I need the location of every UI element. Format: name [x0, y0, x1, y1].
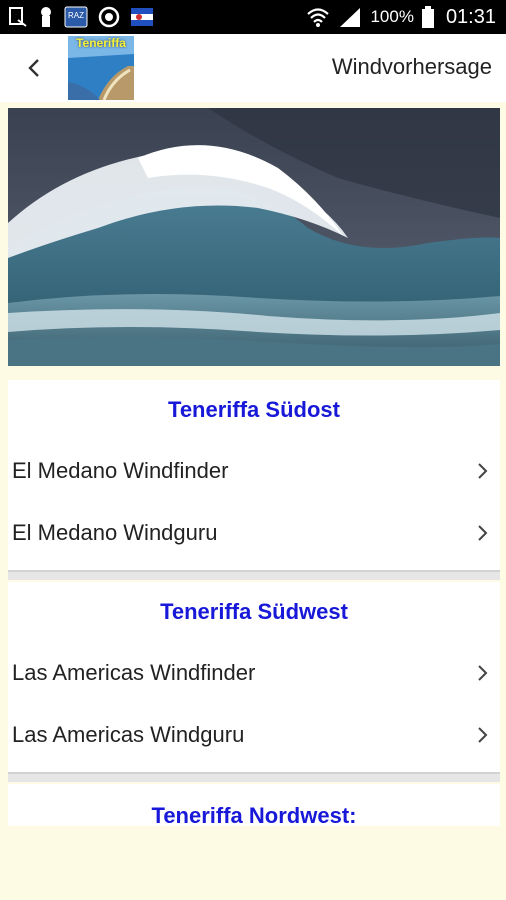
chevron-right-icon — [476, 663, 490, 683]
flag-notification-icon — [130, 7, 154, 27]
section-card-suedost: Teneriffa Südost El Medano Windfinder El… — [8, 380, 500, 570]
section-title-suedost: Teneriffa Südost — [168, 397, 340, 422]
sync-notification-icon — [98, 6, 120, 28]
list-item-label: El Medano Windguru — [12, 520, 218, 545]
battery-icon — [421, 6, 434, 28]
keyhole-notification-icon — [38, 6, 54, 28]
page-title: Windvorhersage — [331, 54, 492, 79]
notification-badge-text: RAZ — [68, 11, 84, 20]
back-button[interactable] — [18, 52, 50, 84]
list-item-las-americas-windfinder[interactable]: Las Americas Windfinder — [8, 642, 500, 704]
list-item-label: Las Americas Windguru — [12, 722, 245, 747]
chevron-right-icon — [476, 461, 490, 481]
logo-text: Teneriffa — [76, 36, 126, 50]
list-item-label: El Medano Windfinder — [12, 458, 229, 483]
wifi-icon — [306, 6, 330, 28]
list-item-label: Las Americas Windfinder — [12, 660, 256, 685]
chevron-right-icon — [476, 523, 490, 543]
list-item-el-medano-windguru[interactable]: El Medano Windguru — [8, 502, 500, 564]
battery-percent: 100% — [370, 7, 414, 26]
section-divider — [8, 570, 500, 580]
hero-wave-image — [8, 108, 500, 366]
status-bar: RAZ 100% 01:31 — [0, 0, 506, 34]
section-card-nordwest: Teneriffa Nordwest: — [8, 784, 500, 826]
section-title-suedwest: Teneriffa Südwest — [160, 599, 348, 624]
signal-strength-icon — [338, 6, 362, 28]
chevron-right-icon — [476, 725, 490, 745]
section-divider — [8, 772, 500, 782]
app-bar: Teneriffa Windvorhersage — [0, 34, 506, 102]
list-item-las-americas-windguru[interactable]: Las Americas Windguru — [8, 704, 500, 766]
section-card-suedwest: Teneriffa Südwest Las Americas Windfinde… — [8, 582, 500, 772]
raz-notification-icon: RAZ — [64, 6, 88, 28]
list-item-el-medano-windfinder[interactable]: El Medano Windfinder — [8, 440, 500, 502]
app-logo: Teneriffa — [68, 36, 134, 100]
chevron-left-icon — [28, 59, 39, 77]
section-title-nordwest: Teneriffa Nordwest: — [151, 803, 357, 826]
status-time: 01:31 — [445, 5, 496, 28]
screenshot-notification-icon — [8, 6, 28, 28]
